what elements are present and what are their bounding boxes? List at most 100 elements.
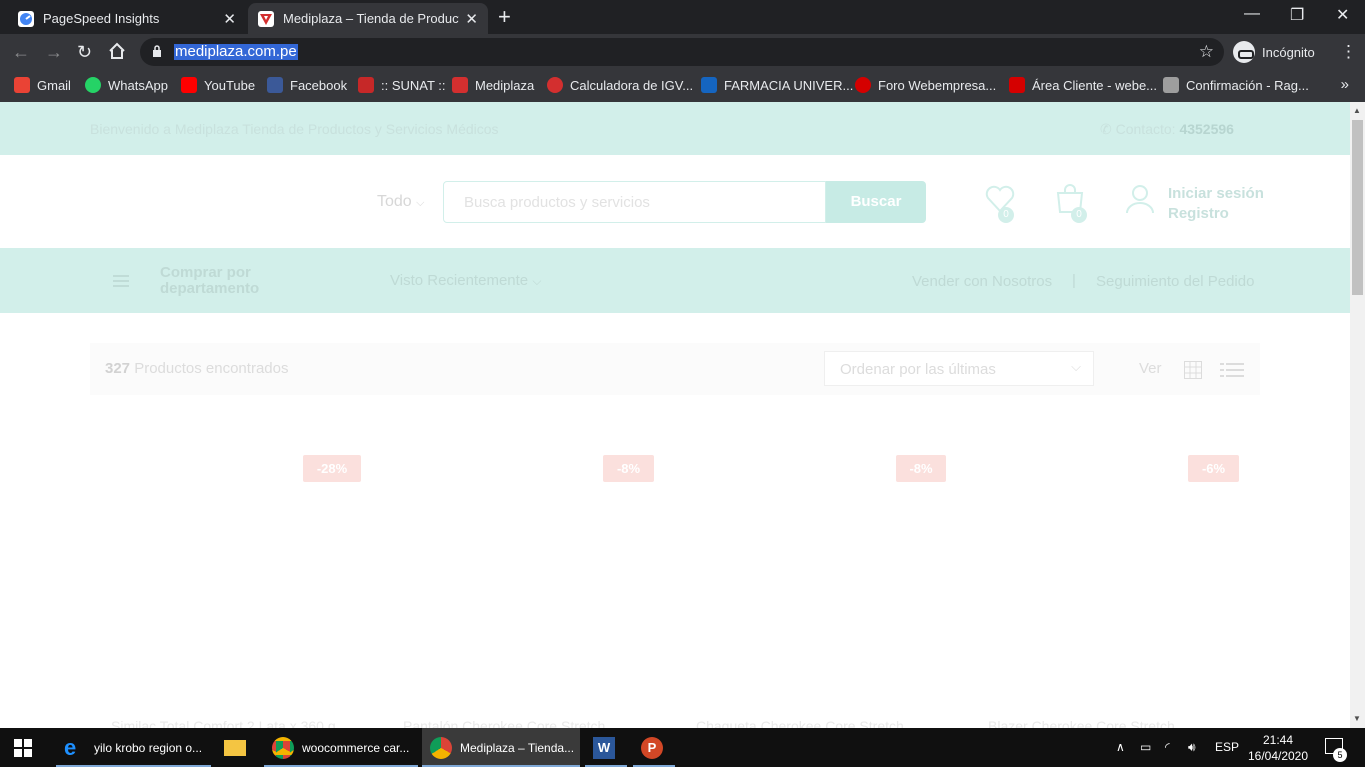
forward-icon[interactable]: → [45,42,63,62]
grid-view-icon[interactable] [1184,361,1202,379]
close-tab-icon[interactable]: ✕ [465,10,478,28]
lock-icon [153,45,161,57]
home-icon[interactable] [108,42,126,64]
department-menu[interactable]: Comprar por departamento [160,265,290,297]
volume-icon[interactable]: 🔊︎ [1188,740,1196,755]
bookmark-label: Mediplaza [475,77,535,93]
product-name-link[interactable]: Blazer Cherokee Core Stretch [988,718,1175,728]
login-link[interactable]: Iniciar sesión [1168,184,1264,204]
file-explorer-icon [224,739,246,756]
tab-title: PageSpeed Insights [43,11,160,26]
order-tracking-link[interactable]: Seguimiento del Pedido [1096,273,1254,290]
browser-tab-bar: PageSpeed Insights ✕ Mediplaza – Tienda … [0,0,1365,34]
taskbar-label: yilo krobo region o... [94,740,203,755]
product-name-link[interactable]: Similac Total Comfort 2 Lata x 360 g [111,718,336,728]
bookmark-label: Gmail [37,77,71,93]
search-input[interactable]: Busca productos y servicios [443,181,826,223]
phone-icon: ✆ [1100,121,1112,137]
tab-pagespeed[interactable]: PageSpeed Insights ✕ [8,3,246,34]
wifi-icon[interactable]: ◜ [1165,740,1170,754]
calculator-icon [547,77,563,93]
user-icon[interactable] [1124,183,1156,215]
close-tab-icon[interactable]: ✕ [223,10,236,28]
bookmark-mediplaza[interactable]: Mediplaza [452,77,534,93]
profile-photo-icon [1163,77,1179,93]
bookmark-whatsapp[interactable]: WhatsApp [85,77,168,93]
gmail-icon [14,77,30,93]
restore-icon[interactable]: ❐ [1290,5,1304,25]
facebook-icon [267,77,283,93]
recently-viewed-menu[interactable]: Visto Recientemente ⌵ [390,272,541,289]
bookmark-label: Confirmación - Rag... [1186,77,1309,93]
more-bookmarks-icon[interactable]: » [1341,76,1349,93]
bookmark-farmacia[interactable]: FARMACIA UNIVER... [701,77,853,93]
chrome-icon [430,736,452,759]
bookmark-area-cliente[interactable]: Área Cliente - webe... [1009,77,1157,93]
results-number: 327 [105,360,131,377]
main-navbar: Comprar por departamento Visto Recientem… [0,248,1350,313]
new-tab-button[interactable]: + [498,6,511,28]
taskbar-file-explorer[interactable] [216,728,258,767]
farmacia-icon [701,77,717,93]
bookmark-gmail[interactable]: Gmail [14,77,71,93]
product-name-link[interactable]: Pantalón Cherokee Core Stretch [403,718,605,728]
chevron-down-icon: ⌵ [416,197,425,209]
hamburger-menu-icon[interactable] [113,275,129,287]
url-text[interactable]: mediplaza.com.pe [174,44,298,60]
mediplaza-icon [258,10,274,27]
battery-icon[interactable]: ▭ [1140,740,1151,754]
cart-count-badge: 0 [1071,207,1087,223]
sort-select[interactable]: Ordenar por las últimas ⌵ [824,351,1094,386]
reload-icon[interactable]: ↻ [77,42,92,62]
tab-mediplaza[interactable]: Mediplaza – Tienda de Productos ✕ [248,3,488,34]
category-select[interactable]: Todo ⌵ [377,193,425,211]
bookmarks-bar: Gmail WhatsApp YouTube Facebook :: SUNAT… [0,71,1365,102]
incognito-indicator[interactable]: Incógnito [1233,40,1315,64]
register-link[interactable]: Registro [1168,204,1264,224]
sell-with-us-link[interactable]: Vender con Nosotros [912,273,1052,290]
bookmark-label: WhatsApp [108,77,168,93]
back-icon[interactable]: ← [12,42,30,62]
webempresa-client-icon [1009,77,1025,93]
page-scrollbar[interactable]: ▲ ▼ [1350,102,1365,728]
windows-start-icon[interactable] [14,739,32,757]
bookmark-sunat[interactable]: :: SUNAT :: [358,77,446,93]
contact-phone[interactable]: 4352596 [1179,121,1234,137]
discount-badge: -28% [303,455,361,482]
minimize-icon[interactable]: — [1244,5,1260,23]
bookmark-facebook[interactable]: Facebook [267,77,347,93]
bookmark-confirmacion[interactable]: Confirmación - Rag... [1163,77,1309,93]
taskbar-edge[interactable]: e yilo krobo region o... [56,728,211,767]
scroll-down-icon[interactable]: ▼ [1353,714,1361,723]
bookmark-foro[interactable]: Foro Webempresa... [855,77,996,93]
results-count: 327 Productos encontrados [105,360,288,377]
chevron-down-icon: ⌵ [1071,359,1081,374]
webempresa-icon [855,77,871,93]
list-view-icon[interactable] [1220,362,1244,378]
tab-title: Mediplaza – Tienda de Productos [283,11,460,26]
site-header: Todo ⌵ Busca productos y servicios Busca… [0,155,1350,248]
taskbar-powerpoint[interactable]: P [633,728,675,767]
address-bar[interactable]: mediplaza.com.pe ☆ [140,38,1224,66]
scroll-up-icon[interactable]: ▲ [1353,106,1361,115]
taskbar-chrome-2[interactable]: Mediplaza – Tienda... [422,728,580,767]
contact-info: ✆ Contacto: 4352596 [1100,121,1234,138]
search-button[interactable]: Buscar [826,181,926,223]
chrome-icon [272,736,294,759]
browser-menu-icon[interactable]: ⋮ [1340,42,1357,62]
language-indicator[interactable]: ESP [1215,740,1239,754]
welcome-text: Bienvenido a Mediplaza Tienda de Product… [90,121,499,137]
bookmark-calculadora[interactable]: Calculadora de IGV... [547,77,693,93]
bookmark-star-icon[interactable]: ☆ [1199,42,1214,62]
scrollbar-thumb[interactable] [1352,120,1363,295]
nav-separator: | [1072,272,1076,289]
close-window-icon[interactable]: ✕ [1336,5,1349,25]
taskbar-word[interactable]: W [585,728,627,767]
word-icon: W [593,736,615,759]
product-name-link[interactable]: Chaqueta Cherokee Core Stretch [696,718,904,728]
bookmark-label: Facebook [290,77,348,93]
tray-expand-icon[interactable]: ∧ [1116,740,1125,754]
bookmark-youtube[interactable]: YouTube [181,77,255,93]
taskbar-chrome-1[interactable]: woocommerce car... [264,728,418,767]
clock[interactable]: 21:44 16/04/2020 [1246,732,1310,764]
